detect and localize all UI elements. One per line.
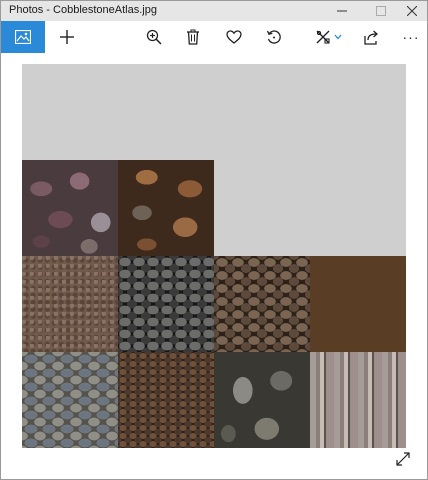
stone-tile-purple-flagstone (22, 160, 118, 256)
plus-icon (60, 30, 74, 44)
fullscreen-expand-icon (396, 452, 410, 466)
stone-tile-slate-strip (310, 352, 406, 448)
photo-toolbar: ··· (1, 21, 427, 53)
stone-tile-river-stone (214, 256, 310, 352)
close-button[interactable] (395, 1, 428, 21)
zoom-button[interactable] (140, 21, 168, 53)
zoom-in-icon (146, 29, 162, 45)
delete-button[interactable] (179, 21, 207, 53)
title-bar: Photos - CobblestoneAtlas.jpg (1, 1, 427, 21)
more-icon: ··· (402, 29, 420, 45)
edit-draw-icon (316, 30, 330, 44)
minimize-button[interactable] (325, 1, 359, 21)
chevron-down-icon (334, 34, 341, 40)
heart-icon (226, 30, 242, 44)
rotate-icon (266, 30, 281, 44)
add-button[interactable] (53, 21, 81, 53)
stone-tile-grey-cobble (22, 352, 118, 448)
share-button[interactable] (358, 21, 386, 53)
stone-tile-dark-cobble (118, 256, 214, 352)
photos-window: Photos - CobblestoneAtlas.jpg ··· (0, 0, 428, 480)
favorite-button[interactable] (220, 21, 248, 53)
maximize-icon (376, 6, 386, 16)
window-title: Photos - CobblestoneAtlas.jpg (9, 4, 157, 16)
gallery-button[interactable] (1, 21, 45, 53)
more-button[interactable]: ··· (397, 21, 425, 53)
stone-tile-grey-fieldstone (214, 352, 310, 448)
photo-canvas[interactable] (22, 64, 406, 448)
photo-gallery-icon (15, 30, 31, 44)
rotate-button[interactable] (260, 21, 288, 53)
share-icon (364, 30, 378, 45)
stone-tile-gravel (22, 256, 118, 352)
close-icon (407, 6, 417, 16)
stone-tile-sandstone-block (310, 256, 406, 352)
maximize-button[interactable] (364, 1, 398, 21)
fullscreen-button[interactable] (394, 450, 412, 468)
stone-tile-brown-fieldstone (118, 160, 214, 256)
stone-tile-brown-pebble (118, 352, 214, 448)
minimize-icon (337, 10, 347, 12)
trash-icon (187, 29, 199, 45)
edit-create-button[interactable] (312, 21, 344, 53)
